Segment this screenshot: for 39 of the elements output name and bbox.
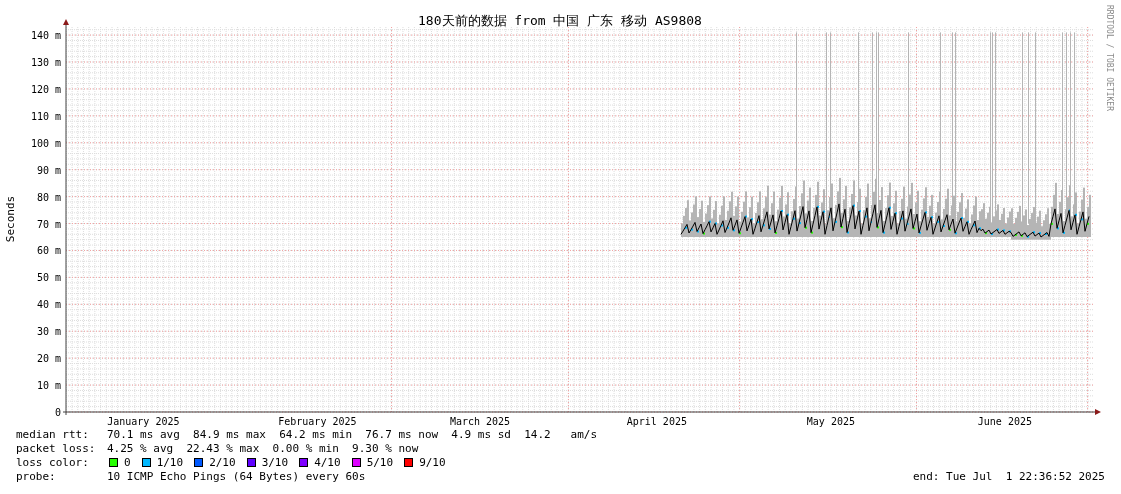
legend-text: 4.25 % avg 22.43 % max 0.00 % min 9.30 % now [107, 442, 419, 455]
graph-title: 180天前的数据 from 中国 广东 移动 AS9808 [418, 13, 702, 28]
tick-label: June 2025 [977, 416, 1032, 427]
tick-label: 80 m [36, 191, 61, 203]
tick-label: 140 m [30, 30, 61, 42]
watermark-text: RRDTOOL / TOBI OETIKER [1105, 5, 1114, 111]
tick-label: 40 m [36, 299, 61, 311]
tick-label: March 2025 [449, 416, 511, 427]
tick-label: 20 m [36, 353, 61, 365]
tick-label: 130 m [30, 57, 61, 68]
tick-label: 90 m [36, 164, 61, 176]
legend-label: probe: [16, 470, 57, 484]
legend-text: 70.1 ms avg 84.9 ms max 64.2 ms min 76.7 ms now 4.9 ms sd 14.2 am/s [107, 428, 598, 441]
tick-label: 0 [54, 407, 61, 418]
legend-text: 4/10 [314, 456, 341, 469]
legend-text: 0 [124, 456, 131, 469]
legend-text: 9/10 [419, 456, 446, 469]
end-time: end: Tue Jul 1 22:36:52 2025 [912, 470, 1105, 484]
tick-label: 120 m [30, 83, 61, 95]
tick-label: 70 m [36, 218, 61, 230]
tick-label: 110 m [30, 110, 61, 122]
legend-text: 1/10 [156, 456, 184, 469]
tick-label: 50 m [36, 272, 61, 284]
legend-label: loss color: [16, 456, 90, 470]
legend-text: 2/10 [209, 456, 236, 469]
tick-label: April 2025 [626, 416, 687, 427]
legend-text: 5/10 [366, 456, 394, 469]
tick-label: January 2025 [107, 416, 180, 427]
legend-text: 3/10 [261, 456, 289, 469]
tick-label: 10 m [36, 380, 61, 392]
tick-label: May 2025 [806, 416, 855, 427]
tick-label: 100 m [30, 137, 61, 149]
tick-label: 60 m [36, 245, 61, 257]
legend-text: 10 ICMP Echo Pings (64 Bytes) every 60s [107, 470, 366, 483]
tick-label: 30 m [36, 326, 61, 338]
legend-label: median rtt: [16, 428, 90, 442]
axis-label: Seconds [4, 195, 17, 243]
tick-label: February 2025 [278, 416, 357, 427]
legend-label: packet loss: [16, 442, 97, 456]
